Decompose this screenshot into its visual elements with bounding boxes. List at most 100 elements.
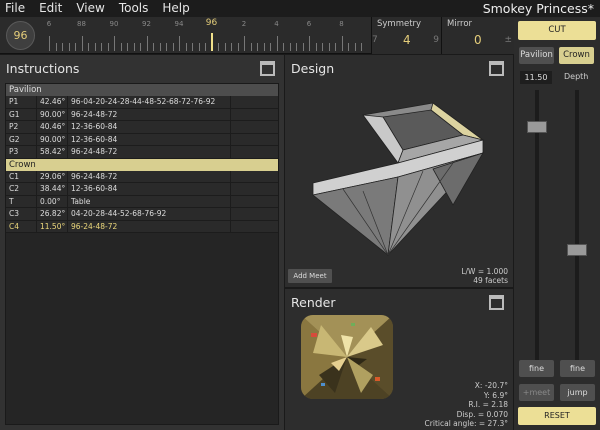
meet-button[interactable]: +meet [519,384,554,401]
ruler-tick [283,43,284,51]
maximize-icon[interactable] [489,61,504,76]
menu-help[interactable]: Help [162,0,189,17]
jump-button[interactable]: jump [560,384,595,401]
menu-edit[interactable]: Edit [39,0,62,17]
cut-button[interactable]: CUT [518,21,596,40]
facet-row[interactable]: C4 11.50° 96-24-48-72 [6,220,278,233]
lw-ratio: L/W = 1.000 [461,267,508,276]
ruler-label: 2 [241,20,247,28]
crown-tier-header[interactable]: Crown [6,158,278,171]
facet-row[interactable]: C2 38.44° 12-36-60-84 [6,183,278,196]
facet-name: C1 [6,170,37,182]
facet-row[interactable]: T 0.00° Table [6,195,278,208]
facet-angle: 90.00° [37,108,68,120]
menu-file[interactable]: File [5,0,25,17]
ruler-tick [270,43,271,51]
angle-fine-button[interactable]: fine [519,360,554,377]
cut-controls-panel: CUT Pavilion Crown 11.50 Depth fine fine… [514,18,600,430]
mirror-title: Mirror [447,19,473,29]
facet-row[interactable]: C3 26.82° 04-20-28-44-52-68-76-92 [6,208,278,221]
reset-button[interactable]: RESET [518,407,596,425]
facet-indexes: Table [68,195,231,207]
pavilion-rows: P1 42.46° 96-04-20-24-28-44-48-52-68-72-76… [6,96,278,159]
ruler-tick [49,36,50,51]
facet-extra [231,196,278,208]
depth-fine-button[interactable]: fine [560,360,595,377]
maximize-icon[interactable] [489,295,504,310]
facet-angle: 38.44° [37,183,68,195]
depth-slider-handle[interactable] [567,244,587,256]
maximize-icon[interactable] [260,61,275,76]
gem-3d-view[interactable] [303,95,503,275]
symmetry-value: 4 [403,33,411,47]
facet-name: G2 [6,133,37,145]
ruler-label: 88 [77,20,86,28]
render-title: Render [291,295,336,310]
ruler-label: 8 [339,20,344,28]
ruler-tick [335,43,336,51]
menu-tools[interactable]: Tools [119,0,149,17]
facet-extra [231,221,278,233]
ruler-label: 94 [174,20,184,28]
facet-extra [231,208,278,220]
ruler-tick [75,43,76,51]
dispersion: Disp. = 0.070 [456,409,508,419]
index-badge[interactable]: 96 [6,21,35,50]
facet-indexes: 96-24-48-72 [68,170,231,182]
crown-toggle[interactable]: Crown [559,47,594,64]
facet-angle: 0.00° [37,195,68,207]
ruler-tick [348,43,349,51]
gem-render-image[interactable] [301,315,393,399]
ruler-tick [198,43,200,51]
facet-count: 49 facets [473,276,508,285]
facet-angle: 26.82° [37,208,68,220]
ruler-tick [250,43,252,51]
depth-slider-track[interactable] [575,90,579,360]
angle-slider-handle[interactable] [527,121,547,133]
facet-name: P1 [6,96,37,108]
facet-row[interactable]: P1 42.46° 96-04-20-24-28-44-48-52-68-72-76… [6,96,278,109]
angle-value-field[interactable]: 11.50 [520,71,552,84]
facet-name: P2 [6,121,37,133]
facet-row[interactable]: G1 90.00° 96-24-48-72 [6,108,278,121]
instructions-panel: Instructions Pavilion P1 42.46° 96-04-20-2… [0,55,284,430]
ruler-tick [309,36,310,51]
x-rotation: X: -20.7° [474,381,508,390]
facet-angle: 90.00° [37,133,68,145]
design-stats: L/W = 1.000 49 facets [461,267,508,285]
facet-indexes: 12-36-60-84 [68,133,231,145]
ruler-tick [140,43,141,51]
ruler-label: 92 [142,20,151,28]
ruler-tick [179,36,180,51]
facet-row[interactable]: G2 90.00° 12-36-60-84 [6,133,278,146]
render-stats: X: -20.7° Y: 6.9° R.I. = 2.18 Disp. = 0.… [425,381,508,429]
facet-row[interactable]: P2 40.46° 12-36-60-84 [6,121,278,134]
ruler-tick [237,43,239,51]
symmetry-box[interactable]: Symmetry 7 4 9 [371,17,441,54]
pavilion-toggle[interactable]: Pavilion [519,47,554,64]
facet-name: C4 [6,220,37,232]
facet-name: C2 [6,183,37,195]
ruler-tick [296,43,297,51]
toolbar: 96 6 88 90 92 94 96 2 4 6 8 Symmetry 7 4 9 Mirror… [0,17,600,54]
ruler-tick [218,43,219,51]
instructions-title: Instructions [6,61,80,76]
pavilion-tier-header[interactable]: Pavilion [6,84,278,96]
facet-extra [231,146,278,158]
facet-row[interactable]: C1 29.06° 96-24-48-72 [6,170,278,183]
index-ruler[interactable]: 6 88 90 92 94 96 2 4 6 8 [41,17,369,54]
render-panel: Render X: -20.7° Y: 6.9° R.I. = 2.18 Dis… [285,289,513,430]
add-meet-button[interactable]: Add Meet [288,269,332,283]
ruler-tick [101,43,102,51]
facet-row[interactable]: P3 58.42° 96-24-48-72 [6,146,278,159]
facet-indexes: 96-04-20-24-28-44-48-52-68-72-76-92 [68,96,231,108]
menu-view[interactable]: View [76,0,104,17]
ruler-tick [62,43,63,51]
facet-name: P3 [6,146,37,158]
facet-angle: 58.42° [37,146,68,158]
ruler-tick [68,43,70,51]
ruler-tick [341,36,343,51]
document-title: Smokey Princess* [482,1,594,16]
mirror-box[interactable]: Mirror 0 ± [441,17,514,54]
ruler-label: 90 [109,20,119,28]
